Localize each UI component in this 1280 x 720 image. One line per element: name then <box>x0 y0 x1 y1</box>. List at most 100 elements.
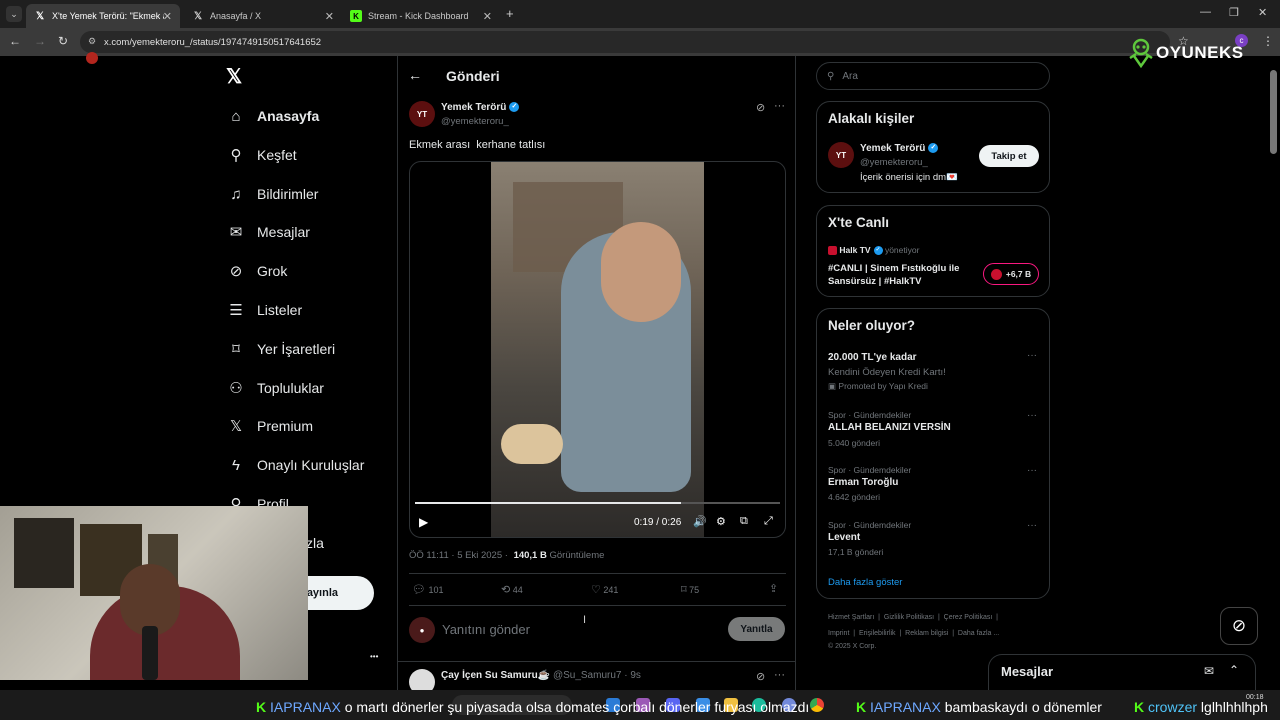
sidebar-item-bookmarks[interactable]: ⌑ Yer İşaretleri <box>227 335 335 363</box>
post-more-icon[interactable]: ··· <box>774 100 785 112</box>
sidebar-item-label: zla <box>306 535 324 551</box>
chat-username: IAPRANAX <box>270 699 341 715</box>
card-title: X'te Canlı <box>828 215 889 230</box>
account-more-dots[interactable]: ••• <box>370 652 378 661</box>
fullscreen-icon[interactable]: ⤢ <box>764 515 773 528</box>
trend-more-icon[interactable]: ··· <box>1027 465 1037 476</box>
back-arrow-icon[interactable]: ← <box>9 34 21 48</box>
trend-more-icon[interactable]: ··· <box>1027 410 1037 421</box>
x-logo-icon: 𝕏 <box>193 10 203 22</box>
author-handle[interactable]: @yemekteroru_ <box>441 116 509 127</box>
close-window-icon[interactable]: ✕ <box>1258 6 1267 19</box>
video-progress-track[interactable] <box>415 502 780 504</box>
grok-explain-icon[interactable]: ⊘ <box>756 670 765 683</box>
grok-floating-button[interactable]: ⊘ <box>1220 607 1258 645</box>
grok-explain-icon[interactable]: ⊘ <box>756 101 765 114</box>
video-player[interactable]: ▶ 0:19 / 0:26 🔊 ⚙ ⧉ ⤢ <box>409 161 786 538</box>
footer-links[interactable]: Imprint | Erişilebilirlik | Reklam bilgi… <box>828 630 999 637</box>
home-icon: ⌂ <box>231 107 241 125</box>
close-tab-icon[interactable]: ✕ <box>325 10 334 23</box>
lightning-icon: ϟ <box>232 456 240 474</box>
pip-icon[interactable]: ⧉ <box>740 515 748 528</box>
sidebar-item-premium[interactable]: 𝕏 Premium <box>227 412 313 440</box>
related-name-row[interactable]: Yemek Terörü ✓ <box>860 143 939 154</box>
trend-name[interactable]: 20.000 TL'ye kadar <box>828 352 917 363</box>
chat-message: K IAPRANAX bambaskaydı o dönemler <box>856 699 1102 715</box>
trend-sub: 4.642 gönderi <box>828 492 880 502</box>
share-icon[interactable]: ⇪ <box>769 582 778 595</box>
my-avatar: ● <box>409 617 435 643</box>
messages-drawer[interactable]: Mesajlar ✉ ⌃ <box>988 654 1256 690</box>
chat-username: IAPRANAX <box>870 699 941 715</box>
messages-title: Mesajlar <box>1001 664 1054 679</box>
play-icon[interactable]: ▶ <box>419 515 428 529</box>
trend-name[interactable]: Erman Toroğlu <box>828 477 898 488</box>
author-avatar[interactable]: YT <box>409 101 435 127</box>
sidebar-item-messages[interactable]: ✉ Mesajlar <box>227 218 310 246</box>
sidebar-item-more[interactable]: zla <box>306 529 324 557</box>
browser-tab[interactable]: 𝕏 Anasayfa / X ✕ <box>184 4 342 28</box>
reply-button[interactable]: Yanıtla <box>728 617 785 641</box>
address-bar[interactable]: ⚙ x.com/yemekteroru_/status/197474915051… <box>80 31 1170 53</box>
trend-name[interactable]: ALLAH BELANIZI VERSİN <box>828 422 951 433</box>
sidebar-item-communities[interactable]: ⚇ Topluluklar <box>227 374 324 402</box>
related-name: Yemek Terörü <box>860 143 926 154</box>
sidebar-item-explore[interactable]: ⚲ Keşfet <box>227 141 297 169</box>
post-timestamp[interactable]: ÖÖ 11:11 · 5 Eki 2025 · <box>409 550 508 561</box>
footer-links[interactable]: Hizmet Şartları | Gizlilik Politikası | … <box>828 614 998 621</box>
reply-action[interactable]: 💬︎ 101 <box>412 583 444 596</box>
page-scrollbar[interactable] <box>1270 70 1277 154</box>
settings-icon[interactable]: ⚙ <box>716 515 726 528</box>
minimize-icon[interactable]: — <box>1200 6 1211 18</box>
trend-more-icon[interactable]: ··· <box>1027 350 1037 361</box>
forward-arrow-icon[interactable]: → <box>34 34 46 48</box>
reply-author-row[interactable]: Çay İçen Su Samuru☕ @Su_Samuru7 · 9s <box>441 670 641 681</box>
like-action[interactable]: ♡ 241 <box>591 583 618 596</box>
sidebar-item-grok[interactable]: ⊘ Grok <box>227 257 288 285</box>
search-input[interactable]: ⚲ Ara <box>816 62 1050 90</box>
post-more-icon[interactable]: ··· <box>774 669 785 681</box>
related-avatar[interactable]: YT <box>828 142 854 168</box>
browser-tab[interactable]: K Stream - Kick Dashboard ✕ <box>342 4 500 28</box>
bookmark-action[interactable]: ⌑ 75 <box>681 583 699 596</box>
copyright: © 2025 X Corp. <box>828 643 877 650</box>
site-info-icon[interactable]: ⚙ <box>88 36 96 47</box>
live-text[interactable]: #CANLI | Sinem Fıstıkoğlu ile Sansürsüz … <box>828 262 978 288</box>
chat-message: K crowzer lglhlhhlhph <box>1134 699 1268 715</box>
video-progress-fill <box>415 502 682 504</box>
back-arrow-icon[interactable]: ← <box>408 67 422 83</box>
man-head <box>601 222 681 322</box>
reply-icon: 💬︎ <box>412 584 426 596</box>
close-tab-icon[interactable]: ✕ <box>483 10 492 23</box>
repost-action[interactable]: ⟲ 44 <box>501 583 523 596</box>
browser-tab-active[interactable]: 𝕏 X'te Yemek Terörü: "Ekmek aras ✕ <box>26 4 180 28</box>
chevron-up-icon[interactable]: ⌃ <box>1229 663 1239 677</box>
browser-menu-icon[interactable]: ⋮ <box>1262 34 1274 48</box>
chrome-taskbar-icon[interactable] <box>810 698 824 712</box>
search-icon: ⚲ <box>230 147 242 164</box>
divider <box>398 661 795 662</box>
sidebar-item-home[interactable]: ⌂ Anasayfa <box>227 102 319 130</box>
trend-meta: Spor · Gündemdekiler <box>828 465 912 475</box>
sidebar-item-notifications[interactable]: ♫ Bildirimler <box>227 180 318 208</box>
follow-button[interactable]: Takip et <box>979 145 1039 167</box>
maximize-icon[interactable]: ❐ <box>1229 6 1239 19</box>
close-tab-icon[interactable]: ✕ <box>163 10 172 23</box>
halktv-logo-icon <box>828 246 837 256</box>
show-more-link[interactable]: Daha fazla göster <box>828 577 902 588</box>
tab-title: Anasayfa / X <box>210 11 262 21</box>
trend-more-icon[interactable]: ··· <box>1027 520 1037 531</box>
tab-search-button[interactable]: ⌄ <box>6 6 22 22</box>
volume-icon[interactable]: 🔊 <box>693 515 707 528</box>
author-name-row[interactable]: Yemek Terörü ✓ <box>441 102 520 113</box>
x-home-logo[interactable]: 𝕏 <box>226 64 242 89</box>
sidebar-item-verified-orgs[interactable]: ϟ Onaylı Kuruluşlar <box>227 451 364 479</box>
live-listeners-badge[interactable]: +6,7 B <box>983 263 1039 285</box>
new-message-icon[interactable]: ✉ <box>1204 664 1214 678</box>
sidebar-item-lists[interactable]: ☰ Listeler <box>227 296 302 324</box>
reply-input[interactable]: Yanıtını gönder <box>442 622 530 637</box>
live-host-row[interactable]: Halk TV ✓ yönetiyor <box>828 245 919 256</box>
new-tab-button[interactable]: + <box>506 6 514 21</box>
trend-name[interactable]: Levent <box>828 532 860 543</box>
reload-icon[interactable]: ↻ <box>58 34 68 48</box>
